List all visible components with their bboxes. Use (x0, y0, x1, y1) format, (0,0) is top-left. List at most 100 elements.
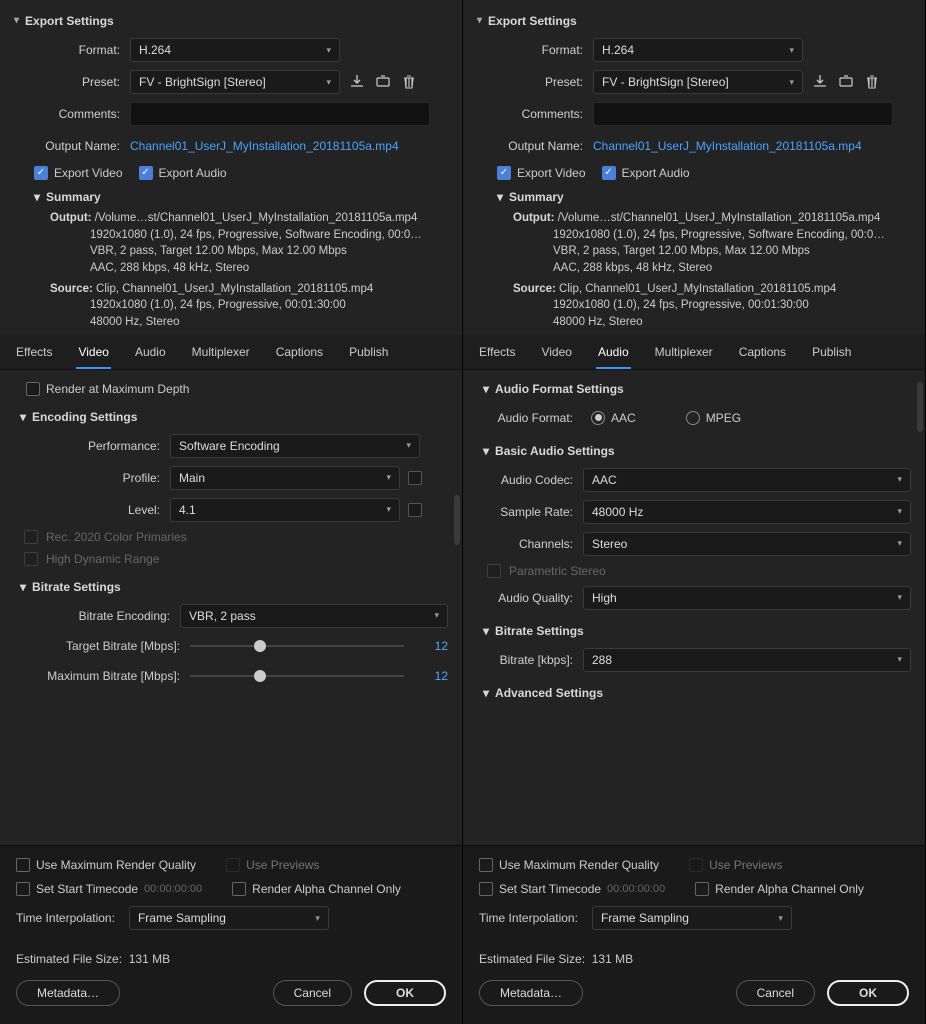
delete-preset-icon[interactable] (400, 73, 418, 91)
level-label: Level: (20, 503, 170, 517)
max-render-quality-checkbox[interactable] (16, 858, 30, 872)
export-settings-header[interactable]: ▾ Export Settings (14, 14, 448, 28)
time-interpolation-dropdown[interactable]: Frame Sampling▾ (129, 906, 329, 930)
level-aux-checkbox[interactable] (408, 503, 422, 517)
advanced-settings-title: Advanced Settings (495, 686, 603, 700)
chevron-down-icon: ▾ (386, 504, 391, 515)
save-preset-icon[interactable] (811, 73, 829, 91)
scrollbar[interactable] (454, 495, 460, 545)
bitrate-settings-title: Bitrate Settings (32, 580, 121, 594)
chevron-down-icon: ▾ (897, 654, 902, 665)
tab-multiplexer[interactable]: Multiplexer (190, 345, 252, 369)
bitrate-dropdown[interactable]: 288▾ (583, 648, 911, 672)
save-preset-icon[interactable] (348, 73, 366, 91)
audio-format-aac-radio[interactable]: AAC (591, 411, 636, 425)
bitrate-encoding-dropdown[interactable]: VBR, 2 pass▾ (180, 604, 448, 628)
tab-video[interactable]: Video (76, 345, 110, 369)
output-name-link[interactable]: Channel01_UserJ_MyInstallation_20181105a… (130, 139, 399, 153)
left-panel: ▾ Export Settings Format: H.264▾ Preset:… (0, 0, 463, 1024)
time-interpolation-dropdown[interactable]: Frame Sampling▾ (592, 906, 792, 930)
audio-codec-dropdown[interactable]: AAC▾ (583, 468, 911, 492)
level-dropdown[interactable]: 4.1▾ (170, 498, 400, 522)
chevron-down-icon: ▾ (789, 77, 794, 88)
advanced-settings-header[interactable]: ▾Advanced Settings (483, 686, 911, 700)
max-render-quality-checkbox[interactable] (479, 858, 493, 872)
tab-multiplexer[interactable]: Multiplexer (653, 345, 715, 369)
chevron-down-icon: ▾ (897, 506, 902, 517)
bitrate-settings-header[interactable]: ▾Bitrate Settings (20, 580, 448, 594)
tab-captions[interactable]: Captions (737, 345, 788, 369)
bitrate-settings-header[interactable]: ▾Bitrate Settings (483, 624, 911, 638)
set-start-timecode-checkbox[interactable] (16, 882, 30, 896)
render-max-depth-checkbox[interactable] (26, 382, 40, 396)
profile-aux-checkbox[interactable] (408, 471, 422, 485)
chevron-down-icon: ▾ (20, 410, 26, 424)
scrollbar[interactable] (917, 382, 923, 432)
tab-publish[interactable]: Publish (347, 345, 390, 369)
profile-dropdown[interactable]: Main▾ (170, 466, 400, 490)
summary-header[interactable]: ▾Summary (34, 190, 448, 204)
performance-dropdown[interactable]: Software Encoding▾ (170, 434, 420, 458)
chevron-down-icon: ▾ (778, 913, 783, 924)
output-name-link[interactable]: Channel01_UserJ_MyInstallation_20181105a… (593, 139, 862, 153)
preset-dropdown[interactable]: FV - BrightSign [Stereo]▾ (130, 70, 340, 94)
audio-format-mpeg-radio[interactable]: MPEG (686, 411, 741, 425)
comments-input[interactable] (593, 102, 893, 126)
format-dropdown[interactable]: H.264▾ (130, 38, 340, 62)
preset-dropdown[interactable]: FV - BrightSign [Stereo]▾ (593, 70, 803, 94)
comments-input[interactable] (130, 102, 430, 126)
chevron-down-icon: ▾ (789, 45, 794, 56)
tab-video[interactable]: Video (539, 345, 573, 369)
import-preset-icon[interactable] (374, 73, 392, 91)
target-bitrate-slider[interactable] (190, 636, 404, 656)
tab-audio[interactable]: Audio (596, 345, 631, 369)
delete-preset-icon[interactable] (863, 73, 881, 91)
target-bitrate-value[interactable]: 12 (404, 639, 448, 653)
basic-audio-settings-header[interactable]: ▾ Basic Audio Settings (483, 444, 911, 458)
metadata-button[interactable]: Metadata… (16, 980, 120, 1006)
format-label: Format: (14, 43, 130, 57)
timecode-value: 00:00:00:00 (144, 883, 202, 895)
cancel-button[interactable]: Cancel (273, 980, 352, 1006)
format-dropdown[interactable]: H.264▾ (593, 38, 803, 62)
cancel-button[interactable]: Cancel (736, 980, 815, 1006)
set-start-timecode-checkbox[interactable] (479, 882, 493, 896)
export-video-label: Export Video (517, 166, 586, 180)
basic-audio-settings-title: Basic Audio Settings (495, 444, 615, 458)
audio-quality-dropdown[interactable]: High▾ (583, 586, 911, 610)
export-settings-header[interactable]: ▾ Export Settings (477, 14, 911, 28)
export-settings-title: Export Settings (488, 14, 577, 28)
est-file-size-label: Estimated File Size: (16, 952, 122, 966)
max-bitrate-value[interactable]: 12 (404, 669, 448, 683)
export-audio-checkbox[interactable] (602, 166, 616, 180)
parametric-stereo-label: Parametric Stereo (509, 564, 606, 578)
channels-dropdown[interactable]: Stereo▾ (583, 532, 911, 556)
export-video-checkbox[interactable] (497, 166, 511, 180)
export-audio-label: Export Audio (159, 166, 227, 180)
render-alpha-checkbox[interactable] (695, 882, 709, 896)
ok-button[interactable]: OK (827, 980, 909, 1006)
ok-button[interactable]: OK (364, 980, 446, 1006)
sample-rate-dropdown[interactable]: 48000 Hz▾ (583, 500, 911, 524)
output-name-label: Output Name: (477, 139, 593, 153)
audio-format-settings-header[interactable]: ▾Audio Format Settings (483, 382, 911, 396)
chevron-down-icon: ▾ (483, 444, 489, 458)
est-file-size-value: 131 MB (592, 952, 633, 966)
render-alpha-checkbox[interactable] (232, 882, 246, 896)
chevron-down-icon: ▾ (483, 624, 489, 638)
import-preset-icon[interactable] (837, 73, 855, 91)
tab-effects[interactable]: Effects (14, 345, 54, 369)
export-audio-checkbox[interactable] (139, 166, 153, 180)
max-render-quality-label: Use Maximum Render Quality (499, 858, 659, 872)
tab-effects[interactable]: Effects (477, 345, 517, 369)
summary-header[interactable]: ▾Summary (497, 190, 911, 204)
encoding-settings-header[interactable]: ▾Encoding Settings (20, 410, 448, 424)
max-bitrate-slider[interactable] (190, 666, 404, 686)
export-video-checkbox[interactable] (34, 166, 48, 180)
time-interpolation-label: Time Interpolation: (16, 911, 115, 925)
metadata-button[interactable]: Metadata… (479, 980, 583, 1006)
tab-captions[interactable]: Captions (274, 345, 325, 369)
tab-publish[interactable]: Publish (810, 345, 853, 369)
render-alpha-label: Render Alpha Channel Only (715, 882, 864, 896)
tab-audio[interactable]: Audio (133, 345, 168, 369)
